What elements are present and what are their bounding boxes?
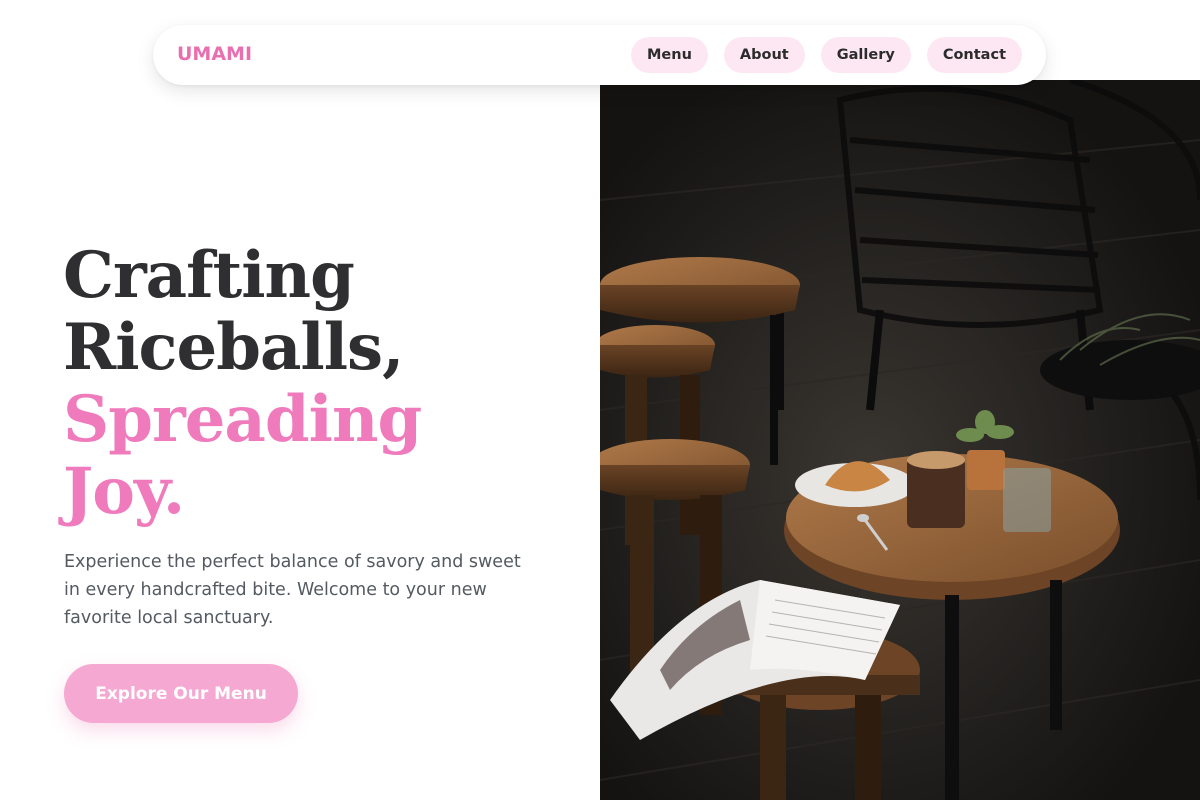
navbar: UMAMI Menu About Gallery Contact: [153, 25, 1046, 85]
hero-title-accent-line-1: Spreading: [63, 382, 422, 457]
hero-title-accent-line-2: Joy.: [63, 454, 185, 529]
nav-link-contact[interactable]: Contact: [926, 37, 1022, 73]
hero-title: Crafting Riceballs, Spreading Joy.: [63, 240, 583, 528]
brand-logo[interactable]: UMAMI: [177, 43, 252, 65]
nav-link-about[interactable]: About: [723, 37, 805, 73]
hero-image: [600, 80, 1200, 800]
hero-description: Experience the perfect balance of savory…: [64, 552, 521, 628]
nav-link-menu[interactable]: Menu: [631, 37, 708, 73]
hero-title-line-1: Crafting: [63, 238, 355, 313]
nav-link-gallery[interactable]: Gallery: [820, 37, 911, 73]
nav-links: Menu About Gallery Contact: [631, 37, 1022, 73]
hero-title-line-2: Riceballs,: [63, 310, 404, 385]
explore-menu-button[interactable]: Explore Our Menu: [64, 664, 298, 723]
